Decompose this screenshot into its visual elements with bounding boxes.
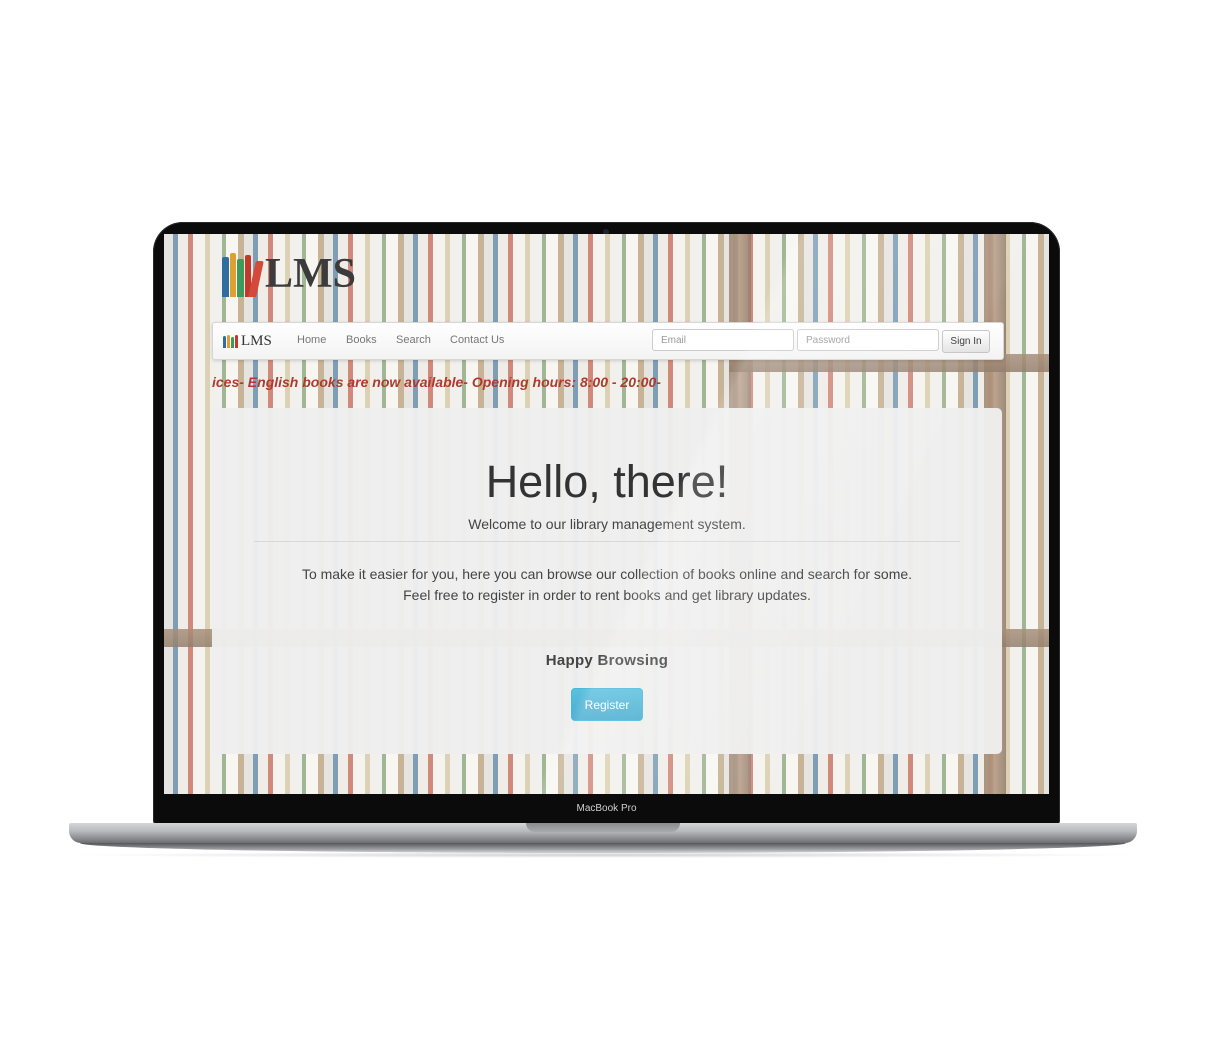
email-field[interactable] [652,329,794,351]
nav-link-home[interactable]: Home [297,334,326,346]
site-logo[interactable]: LMS [222,250,356,298]
hero-description-line-2: Feel free to register in order to rent b… [403,587,811,603]
hero-title: Hello, there! [485,456,729,507]
announcement-marquee: ices- English books are now available- O… [212,374,661,390]
nav-link-books[interactable]: Books [346,334,377,346]
books-logo-icon [223,334,239,348]
password-field[interactable] [797,329,939,351]
sign-in-button[interactable]: Sign In [942,330,990,353]
floor-shadow [60,852,1146,858]
books-logo-icon [222,251,264,297]
nav-link-contact[interactable]: Contact Us [450,334,504,346]
welcome-jumbotron: Hello, there! Welcome to our library man… [212,408,1002,754]
navbar-brand[interactable]: LMS [223,330,272,352]
laptop-notch [526,823,680,832]
divider [254,541,960,542]
laptop-screen: LMS LMS Home Books Search Contact Us Sig… [164,234,1049,794]
device-label: MacBook Pro [576,803,637,814]
register-button[interactable]: Register [571,688,643,721]
site-logo-text: LMS [265,251,357,297]
navbar-brand-text: LMS [241,332,272,349]
hero-welcome-text: Welcome to our library management system… [468,516,746,532]
hero-description-line-1: To make it easier for you, here you can … [301,566,913,582]
hero-tagline: Happy Browsing [545,652,669,669]
nav-link-search[interactable]: Search [396,334,431,346]
top-navbar: LMS Home Books Search Contact Us Sign In [212,322,1004,360]
